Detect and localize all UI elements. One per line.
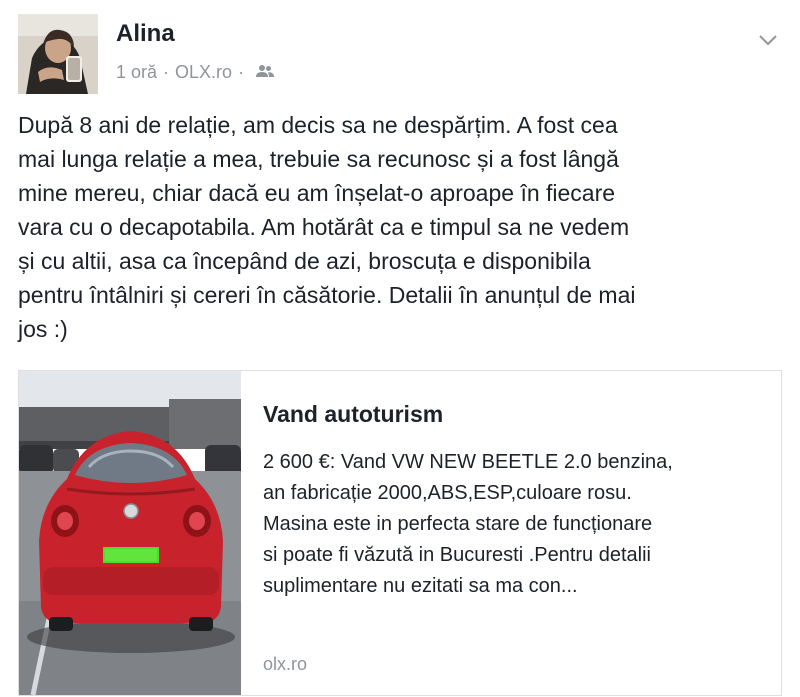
avatar-photo xyxy=(18,14,98,94)
meta-separator: · xyxy=(163,62,170,82)
link-description-line: an fabricație 2000,ABS,ESP,culoare rosu. xyxy=(263,482,632,504)
link-description-line: suplimentare nu ezitati sa ma con... xyxy=(263,575,578,597)
post-text-line: mai lunga relație a mea, trebuie sa recu… xyxy=(18,146,619,172)
post-meta: 1 oră · OLX.ro · xyxy=(116,62,275,83)
link-description-line: 2 600 €: Vand VW NEW BEETLE 2.0 benzina, xyxy=(263,451,673,473)
link-title[interactable]: Vand autoturism xyxy=(263,399,773,429)
post-text-line: jos :) xyxy=(18,316,68,342)
link-domain: olx.ro xyxy=(263,654,308,674)
post-source: OLX.ro xyxy=(175,62,233,82)
post-text-line: mine mereu, chiar dacă eu am înșelat-o a… xyxy=(18,180,616,206)
post-text-line: și cu altii, asa ca începând de azi, bro… xyxy=(18,248,591,274)
chevron-down-icon[interactable] xyxy=(756,28,780,52)
facebook-post: Alina 1 oră · OLX.ro · După 8 ani de rel… xyxy=(0,0,800,697)
post-message: După 8 ani de relație, am decis sa ne de… xyxy=(18,108,786,346)
link-preview-body: Vand autoturism 2 600 €: Vand VW NEW BEE… xyxy=(263,399,773,602)
post-header: Alina 1 oră · OLX.ro · xyxy=(18,14,782,94)
author-name[interactable]: Alina xyxy=(116,20,175,48)
post-text-line: După 8 ani de relație, am decis sa ne de… xyxy=(18,112,618,138)
link-description-line: si poate fi văzută in Bucuresti .Pentru … xyxy=(263,544,651,566)
post-text-line: vara cu o decapotabila. Am hotărât ca e … xyxy=(18,214,630,240)
link-preview-image[interactable] xyxy=(19,371,241,695)
friends-icon[interactable] xyxy=(256,62,275,83)
meta-separator-2: · xyxy=(238,62,245,82)
avatar[interactable] xyxy=(18,14,98,94)
link-description-line: Masina este in perfecta stare de funcțio… xyxy=(263,513,653,535)
link-preview-card[interactable]: Vand autoturism 2 600 €: Vand VW NEW BEE… xyxy=(18,370,782,696)
link-description: 2 600 €: Vand VW NEW BEETLE 2.0 benzina,… xyxy=(263,447,773,602)
post-timestamp[interactable]: 1 oră xyxy=(116,62,157,83)
post-text-line: pentru întâlniri și cereri în căsătorie.… xyxy=(18,282,636,308)
